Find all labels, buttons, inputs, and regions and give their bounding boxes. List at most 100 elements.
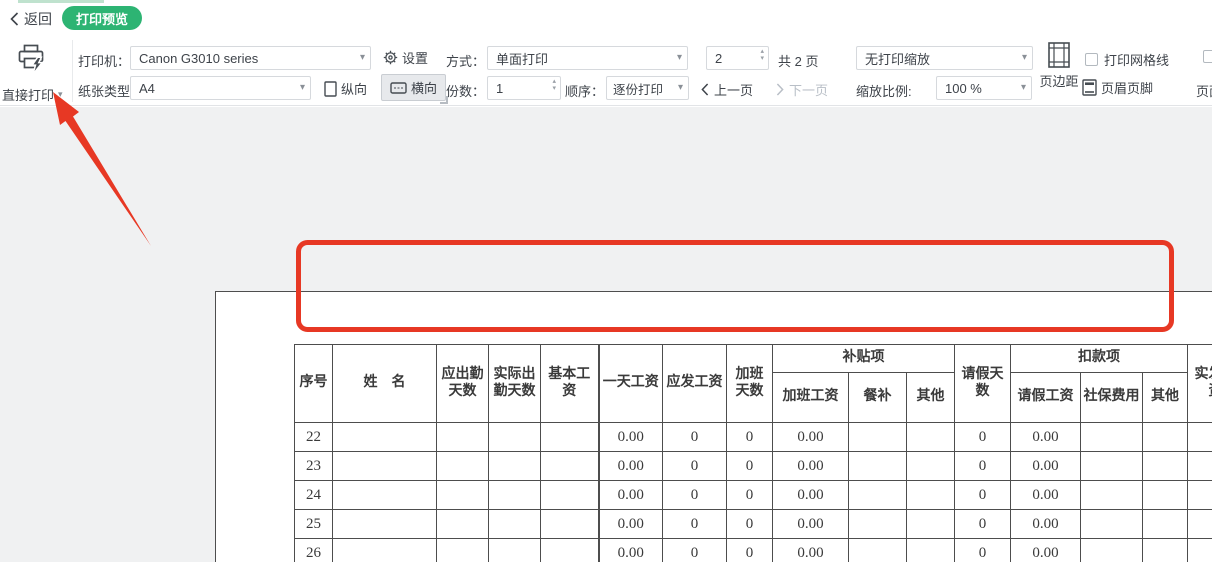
col-header-social-insurance: 社保费用 bbox=[1081, 373, 1143, 423]
zoom-ratio-select[interactable]: 100 % ▾ bbox=[936, 76, 1032, 100]
data-cell: 0 bbox=[727, 510, 773, 539]
collate-value: 逐份打印 bbox=[613, 79, 663, 98]
table-row: 260.00000.0000.000 bbox=[295, 539, 1212, 562]
print-preview-window: 序号 姓 名 应出勤天数 实际出勤天数 基本工资 一天工资 应发工资 加班天数 … bbox=[0, 0, 1212, 562]
data-cell bbox=[437, 423, 489, 452]
paper-type-select[interactable]: A4 ▾ bbox=[130, 76, 311, 100]
row-number-cell: 22 bbox=[295, 423, 333, 452]
data-cell bbox=[849, 452, 907, 481]
data-cell: 0.00 bbox=[773, 510, 849, 539]
data-cell bbox=[541, 423, 599, 452]
data-cell bbox=[437, 510, 489, 539]
copies-value: 1 bbox=[496, 81, 503, 96]
header-footer-button[interactable]: 页眉页脚 bbox=[1082, 78, 1153, 97]
printer-select[interactable]: Canon G3010 series ▾ bbox=[130, 46, 371, 70]
print-scaling-select[interactable]: 无打印缩放 ▾ bbox=[856, 46, 1033, 70]
chevron-down-icon: ▾ bbox=[1022, 53, 1027, 63]
data-cell: 0.00 bbox=[599, 510, 663, 539]
row-number-cell: 23 bbox=[295, 452, 333, 481]
data-cell bbox=[849, 481, 907, 510]
data-cell bbox=[849, 423, 907, 452]
payroll-table: 序号 姓 名 应出勤天数 实际出勤天数 基本工资 一天工资 应发工资 加班天数 … bbox=[294, 344, 1212, 562]
data-cell: 0 bbox=[663, 423, 727, 452]
data-cell bbox=[437, 539, 489, 562]
printer-lightning-icon[interactable] bbox=[15, 42, 47, 74]
data-cell bbox=[437, 481, 489, 510]
collate-label: 顺序： bbox=[565, 81, 604, 100]
data-cell: 0 bbox=[955, 539, 1011, 562]
settings-label: 设置 bbox=[402, 48, 428, 67]
data-cell: 0.00 bbox=[599, 452, 663, 481]
page-zoom-clipped-label: 页面 bbox=[1196, 81, 1212, 100]
table-row: 230.00000.0000.000 bbox=[295, 452, 1212, 481]
data-cell: 0.00 bbox=[1011, 481, 1081, 510]
col-header-leave-days: 请假天数 bbox=[955, 345, 1011, 423]
data-cell bbox=[907, 510, 955, 539]
clipped-checkbox[interactable] bbox=[1203, 50, 1212, 63]
header-footer-label: 页眉页脚 bbox=[1101, 78, 1153, 97]
data-cell bbox=[541, 539, 599, 562]
data-cell bbox=[1143, 539, 1188, 562]
collate-select[interactable]: 逐份打印 ▾ bbox=[606, 76, 689, 100]
col-header-overtime-days: 加班天数 bbox=[727, 345, 773, 423]
data-cell bbox=[333, 510, 437, 539]
toolbar: 返回 打印预览 直接打印 ▾ 打印机： Canon G3010 series ▾ bbox=[0, 0, 1212, 106]
portrait-button[interactable]: 纵向 bbox=[324, 79, 367, 98]
col-header-actual-days: 实际出勤天数 bbox=[489, 345, 541, 423]
print-mode-label: 方式： bbox=[446, 51, 485, 70]
current-page-value: 2 bbox=[715, 51, 722, 66]
payroll-table-body: 220.00000.0000.000230.00000.0000.000240.… bbox=[295, 423, 1212, 562]
data-cell bbox=[541, 510, 599, 539]
data-cell: 0.00 bbox=[773, 452, 849, 481]
print-gridlines-checkbox[interactable]: 打印网格线 bbox=[1085, 50, 1169, 69]
data-cell bbox=[489, 452, 541, 481]
data-cell bbox=[333, 481, 437, 510]
data-cell: 0 bbox=[1188, 423, 1212, 452]
zoom-ratio-label: 缩放比例: bbox=[856, 81, 912, 100]
data-cell: 0 bbox=[1188, 481, 1212, 510]
printer-label: 打印机： bbox=[78, 51, 130, 70]
printer-value: Canon G3010 series bbox=[139, 51, 258, 66]
back-button[interactable]: 返回 bbox=[10, 9, 52, 29]
data-cell: 0 bbox=[955, 510, 1011, 539]
data-cell: 0 bbox=[727, 452, 773, 481]
chevron-down-icon: ▾ bbox=[1021, 83, 1026, 93]
portrait-label: 纵向 bbox=[341, 79, 367, 98]
data-cell bbox=[333, 452, 437, 481]
page-margins-button[interactable]: 页边距 bbox=[1036, 42, 1082, 90]
prev-page-button[interactable]: 上一页 bbox=[701, 80, 753, 99]
data-cell: 0.00 bbox=[1011, 539, 1081, 562]
next-page-button[interactable]: 下一页 bbox=[776, 80, 828, 99]
row-number-cell: 25 bbox=[295, 510, 333, 539]
data-cell: 0.00 bbox=[773, 539, 849, 562]
col-header-net-pay: 实发工资 bbox=[1188, 345, 1212, 423]
landscape-label: 横向 bbox=[411, 78, 437, 97]
current-page-stepper[interactable]: 2 ▴▾ bbox=[706, 46, 769, 70]
direct-print-button[interactable]: 直接打印 ▾ bbox=[2, 85, 63, 104]
settings-button[interactable]: 设置 bbox=[383, 48, 428, 67]
print-mode-select[interactable]: 单面打印 ▾ bbox=[487, 46, 688, 70]
data-cell bbox=[1081, 452, 1143, 481]
spinner-arrows-icon: ▴▾ bbox=[552, 79, 556, 92]
chevron-down-icon: ▾ bbox=[300, 83, 305, 93]
data-cell: 0 bbox=[955, 452, 1011, 481]
data-cell: 0 bbox=[663, 539, 727, 562]
preview-page: 序号 姓 名 应出勤天数 实际出勤天数 基本工资 一天工资 应发工资 加班天数 … bbox=[215, 291, 1212, 562]
copies-stepper[interactable]: 1 ▴▾ bbox=[487, 76, 561, 100]
print-preview-badge: 打印预览 bbox=[62, 6, 142, 30]
tab-strip bbox=[18, 0, 104, 3]
copies-label: 份数： bbox=[446, 81, 485, 100]
col-header-leave-pay: 请假工资 bbox=[1011, 373, 1081, 423]
data-cell bbox=[907, 539, 955, 562]
data-cell: 0.00 bbox=[1011, 452, 1081, 481]
col-group-subsidy: 补贴项 bbox=[773, 345, 955, 373]
total-pages-label: 共 2 页 bbox=[778, 51, 818, 70]
table-row: 250.00000.0000.000 bbox=[295, 510, 1212, 539]
data-cell bbox=[907, 481, 955, 510]
direct-print-label: 直接打印 bbox=[2, 85, 54, 104]
data-cell bbox=[1081, 423, 1143, 452]
data-cell: 0 bbox=[663, 510, 727, 539]
data-cell: 0.00 bbox=[1011, 510, 1081, 539]
chevron-down-icon: ▾ bbox=[58, 89, 63, 100]
landscape-button[interactable]: 横向 bbox=[381, 74, 446, 101]
